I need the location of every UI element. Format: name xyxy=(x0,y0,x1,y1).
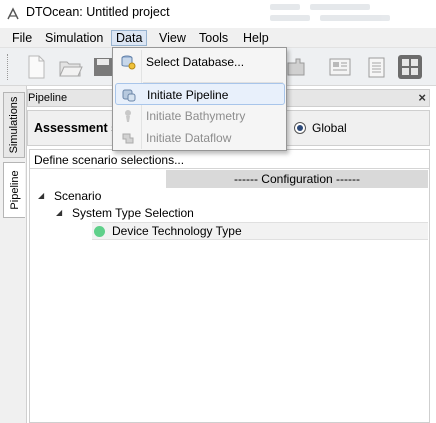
tree-item-device-technology[interactable]: Device Technology Type xyxy=(92,222,428,240)
close-icon[interactable]: × xyxy=(418,90,426,105)
menu-item-initiate-bathymetry[interactable]: Initiate Bathymetry xyxy=(115,105,285,127)
menu-item-select-database-label: Select Database... xyxy=(146,55,245,69)
left-dock-tabs: Simulations Pipeline xyxy=(0,86,27,423)
menu-tools[interactable]: Tools xyxy=(195,30,232,46)
menu-item-initiate-bathymetry-label: Initiate Bathymetry xyxy=(146,109,246,123)
menu-item-initiate-dataflow-label: Initiate Dataflow xyxy=(146,131,232,145)
assessment-scope-label: Assessment s xyxy=(34,121,119,135)
expand-caret-icon[interactable]: ◢ xyxy=(56,205,62,221)
expand-caret-icon[interactable]: ◢ xyxy=(38,188,44,204)
menu-file[interactable]: File xyxy=(8,30,36,46)
tab-simulations[interactable]: Simulations xyxy=(3,92,25,158)
global-radio-label[interactable]: Global xyxy=(312,121,347,135)
global-radio[interactable] xyxy=(294,122,306,134)
bathymetry-icon xyxy=(125,110,131,122)
tree-item-device-technology-label: Device Technology Type xyxy=(112,224,242,238)
pipeline-tree: Define scenario selections... ------ Con… xyxy=(29,149,430,423)
tools-grid-icon[interactable] xyxy=(396,53,424,81)
menu-item-initiate-pipeline-label: Initiate Pipeline xyxy=(147,88,229,102)
tree-item-scenario-label: Scenario xyxy=(54,189,102,203)
tab-pipeline[interactable]: Pipeline xyxy=(3,162,25,218)
open-folder-icon[interactable] xyxy=(56,53,84,81)
pipeline-icon xyxy=(122,89,136,102)
tree-item-system-type[interactable]: ◢ System Type Selection xyxy=(56,205,276,221)
title-bar: DTOcean: Untitled project xyxy=(0,0,436,28)
menu-item-initiate-pipeline[interactable]: Initiate Pipeline xyxy=(115,83,285,105)
dataflow-icon xyxy=(122,133,134,144)
menu-help[interactable]: Help xyxy=(239,30,273,46)
menu-bar: File Simulation Data View Tools Help xyxy=(0,28,436,48)
tab-simulations-label: Simulations xyxy=(8,96,20,154)
toolbar-grip[interactable] xyxy=(7,54,10,80)
clipboard-icon[interactable] xyxy=(362,53,390,81)
menu-item-select-database[interactable]: Select Database... xyxy=(115,51,285,73)
panel-title: Pipeline xyxy=(28,92,68,104)
menu-item-initiate-dataflow[interactable]: Initiate Dataflow xyxy=(115,127,285,149)
tree-item-system-type-label: System Type Selection xyxy=(72,206,194,220)
title-bar-background-blur xyxy=(250,0,436,26)
menu-simulation[interactable]: Simulation xyxy=(41,30,107,46)
define-scenario-text: Define scenario selections... xyxy=(34,153,185,167)
dtocean-logo-icon xyxy=(7,7,19,20)
report-icon[interactable] xyxy=(326,53,354,81)
status-green-icon xyxy=(94,226,105,237)
menu-data[interactable]: Data xyxy=(111,30,148,46)
database-select-icon xyxy=(121,55,136,70)
menu-view[interactable]: View xyxy=(155,30,190,46)
window-title: DTOcean: Untitled project xyxy=(26,5,170,19)
configuration-header: ------ Configuration ------ xyxy=(166,170,428,188)
new-document-icon[interactable] xyxy=(22,53,50,81)
define-scenario-row[interactable]: Define scenario selections... xyxy=(30,151,429,169)
tab-pipeline-label: Pipeline xyxy=(8,170,21,210)
tree-item-scenario[interactable]: ◢ Scenario xyxy=(38,188,238,204)
data-menu-dropdown: Select Database... Initiate Pipeline Ini… xyxy=(112,47,287,151)
